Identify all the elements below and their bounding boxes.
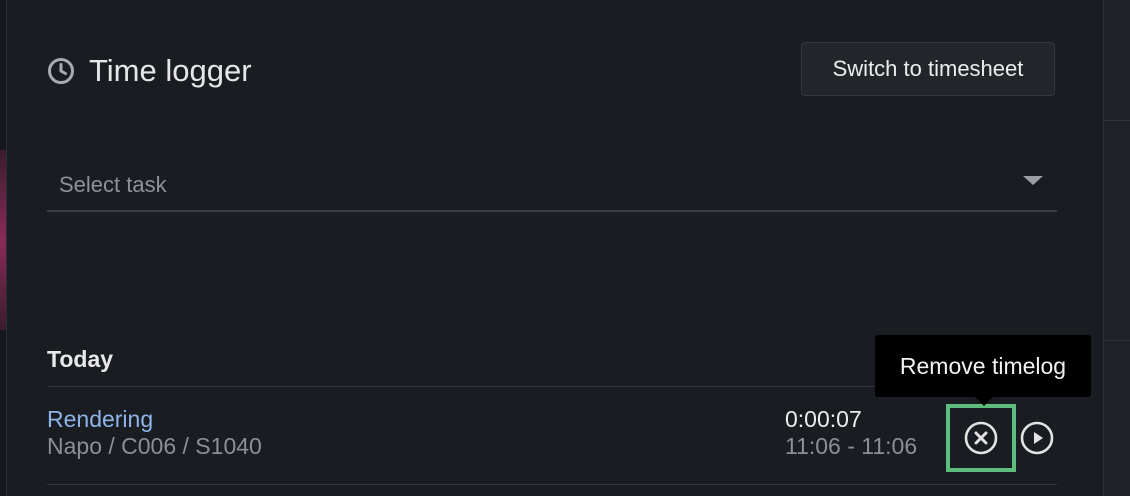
background-divider: [1104, 340, 1130, 341]
tooltip-arrow: [975, 397, 993, 406]
timelog-duration: 0:00:07: [785, 406, 862, 432]
background-divider: [1104, 120, 1130, 121]
page-title: Time logger: [89, 53, 252, 88]
task-link[interactable]: Rendering: [47, 406, 153, 433]
switch-to-timesheet-button[interactable]: Switch to timesheet: [801, 42, 1055, 96]
remove-timelog-button[interactable]: [946, 404, 1016, 472]
resume-timelog-button[interactable]: [1019, 420, 1055, 456]
tooltip: Remove timelog: [875, 335, 1091, 406]
task-select[interactable]: Select task: [47, 160, 1057, 212]
task-select-placeholder: Select task: [59, 172, 167, 197]
caret-down-icon[interactable]: [1023, 176, 1043, 185]
close-circle-icon: [964, 421, 998, 455]
timelog-time-range: 11:06 - 11:06: [785, 433, 918, 459]
play-circle-icon: [1020, 421, 1054, 455]
clock-icon: [47, 57, 75, 85]
section-title-today: Today: [47, 346, 114, 372]
time-logger-panel: Time logger Switch to timesheet Select t…: [6, 0, 1104, 496]
panel-header: Time logger: [47, 50, 252, 92]
task-path: Napo / C006 / S1040: [47, 433, 262, 459]
background-right-strip: [1104, 0, 1130, 496]
tooltip-text: Remove timelog: [899, 352, 1067, 379]
divider: [47, 484, 1057, 485]
